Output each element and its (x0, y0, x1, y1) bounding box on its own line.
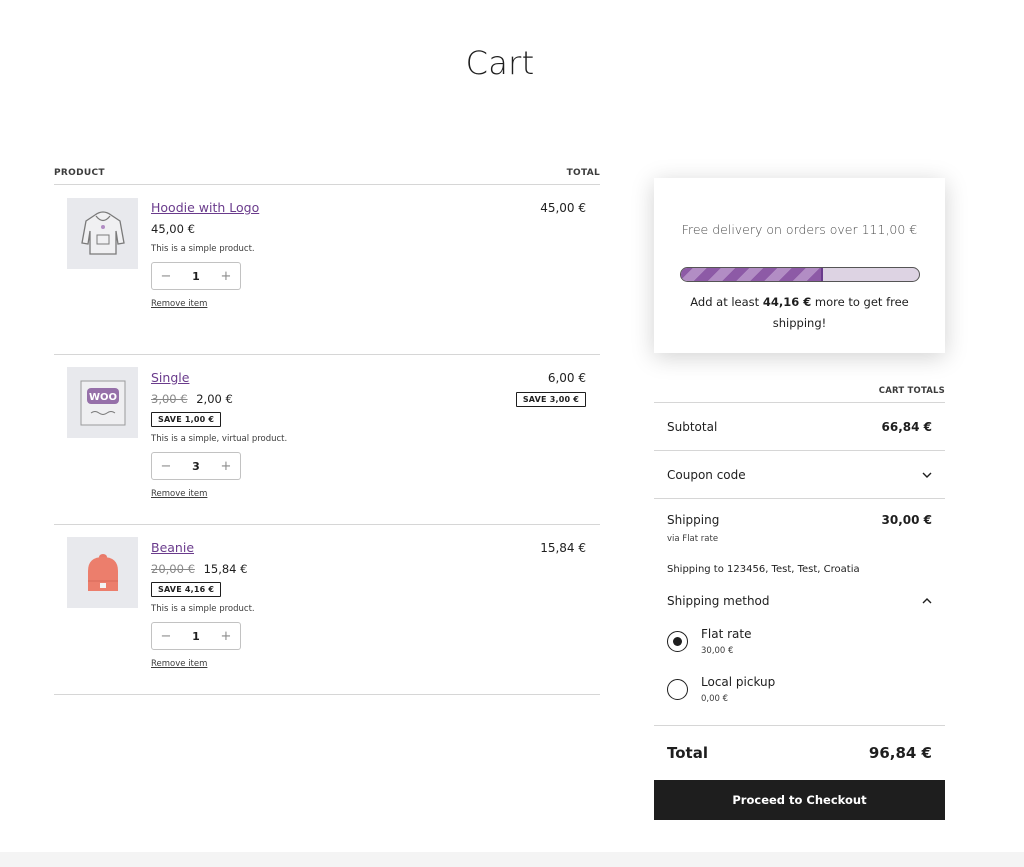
item-description: This is a simple, virtual product. (151, 434, 288, 444)
total-value: 96,84 € (868, 744, 932, 762)
increase-quantity-button[interactable]: + (220, 459, 232, 474)
cart-totals: CART TOTALS Subtotal 66,84 € Coupon code… (654, 386, 945, 820)
remove-item-link[interactable]: Remove item (151, 299, 259, 309)
option-label: Flat rate (701, 627, 752, 641)
proceed-to-checkout-button[interactable]: Proceed to Checkout (654, 780, 945, 820)
item-old-price: 3,00 € (151, 392, 188, 406)
item-price-line: 45,00 € (151, 221, 259, 237)
free-shipping-promo: Free delivery on orders over 111,00 € Ad… (654, 178, 945, 353)
subtotal-value: 66,84 € (881, 419, 932, 434)
item-price-line: 3,00 € 2,00 € (151, 391, 287, 407)
progress-bar-fill (680, 268, 824, 281)
total-row: Total 96,84 € (654, 726, 945, 780)
promo-message-amount: 44,16 € (762, 295, 812, 309)
coupon-code-label: Coupon code (667, 467, 746, 482)
promo-message-prefix: Add at least (690, 295, 763, 309)
item-price: 45,00 € (151, 222, 195, 236)
cart-item-beanie: Beanie 20,00 € 15,84 € SAVE 4,16 € This … (54, 525, 600, 695)
page-bottom-edge (0, 852, 1024, 867)
option-price: 0,00 € (701, 694, 729, 704)
line-total-value: 6,00 € (547, 371, 586, 385)
line-save-badge: SAVE 3,00 € (515, 392, 586, 407)
line-total: 15,84 € (540, 541, 586, 555)
cart-item-single: WOO Single 3,00 € 2,00 € SAVE 1,00 € Thi… (54, 355, 600, 525)
page-title: Cart (465, 44, 535, 82)
increase-quantity-button[interactable]: + (220, 629, 232, 644)
shipping-via: via Flat rate (667, 534, 719, 544)
shipping-address: Shipping to 123456, Test, Test, Croatia (667, 564, 860, 575)
shipping-method-label: Shipping method (667, 594, 770, 608)
shipping-option-flat-rate[interactable]: Flat rate 30,00 € (667, 626, 932, 656)
quantity-stepper: − 1 + (151, 622, 241, 650)
single-image[interactable]: WOO (67, 367, 138, 438)
shipping-option-local-pickup[interactable]: Local pickup 0,00 € (667, 674, 932, 704)
total-label: Total (667, 744, 708, 762)
item-price: 2,00 € (196, 392, 233, 406)
increase-quantity-button[interactable]: + (220, 269, 232, 284)
item-old-price: 20,00 € (151, 562, 195, 576)
option-text: Local pickup 0,00 € (701, 674, 775, 704)
decrease-quantity-button[interactable]: − (160, 459, 172, 474)
line-total: 45,00 € (540, 201, 586, 215)
remove-item-link[interactable]: Remove item (151, 489, 287, 499)
decrease-quantity-button[interactable]: − (160, 629, 172, 644)
shipping-label: Shipping (667, 513, 720, 527)
subtotal-label: Subtotal (667, 419, 718, 434)
flat-rate-radio[interactable] (667, 631, 688, 652)
line-total-value: 15,84 € (540, 541, 586, 555)
option-text: Flat rate 30,00 € (701, 626, 751, 656)
shipping-value: 30,00 € (881, 513, 932, 527)
decrease-quantity-button[interactable]: − (160, 269, 172, 284)
chevron-up-icon (922, 594, 932, 608)
product-name-link[interactable]: Hoodie with Logo (151, 199, 259, 217)
cart-table-header: PRODUCT TOTAL (54, 168, 600, 185)
save-badge: SAVE 1,00 € (151, 412, 222, 427)
line-total: 6,00 € SAVE 3,00 € (515, 371, 586, 407)
shipping-method-toggle[interactable]: Shipping method (667, 594, 932, 608)
quantity-stepper: − 3 + (151, 452, 241, 480)
product-name-link[interactable]: Single (151, 369, 287, 387)
product-column-header: PRODUCT (54, 168, 105, 178)
option-price: 30,00 € (701, 646, 734, 656)
item-info: Hoodie with Logo 45,00 € This is a simpl… (151, 199, 259, 309)
chevron-down-icon (922, 468, 932, 481)
local-pickup-radio[interactable] (667, 679, 688, 700)
item-description: This is a simple product. (151, 244, 255, 254)
total-column-header: TOTAL (566, 168, 600, 178)
beanie-icon (87, 553, 118, 591)
shipping-section: Shipping 30,00 € via Flat rate Shipping … (654, 499, 945, 726)
coupon-code-toggle[interactable]: Coupon code (654, 451, 945, 499)
remove-item-link[interactable]: Remove item (151, 659, 255, 669)
subtotal-row: Subtotal 66,84 € (654, 403, 945, 451)
shipping-row: Shipping 30,00 € (667, 513, 932, 527)
woo-album-icon: WOO (80, 380, 125, 425)
item-price: 15,84 € (203, 562, 248, 576)
woo-logo-text: WOO (88, 392, 116, 403)
quantity-value[interactable]: 3 (192, 460, 200, 473)
product-name-link[interactable]: Beanie (151, 539, 255, 557)
hoodie-image[interactable] (67, 198, 138, 269)
save-badge: SAVE 4,16 € (151, 582, 222, 597)
cart-totals-header: CART TOTALS (654, 386, 945, 403)
hoodie-icon (80, 210, 125, 255)
cart-item-hoodie: Hoodie with Logo 45,00 € This is a simpl… (54, 185, 600, 355)
item-info: Beanie 20,00 € 15,84 € SAVE 4,16 € This … (151, 539, 255, 669)
item-price-line: 20,00 € 15,84 € (151, 561, 255, 577)
promo-message: Add at least 44,16 € more to get free sh… (690, 292, 910, 334)
quantity-value[interactable]: 1 (192, 270, 200, 283)
cart-table: PRODUCT TOTAL Hoodie with Logo 45,00 € T… (54, 168, 600, 695)
quantity-value[interactable]: 1 (192, 630, 200, 643)
promo-title: Free delivery on orders over 111,00 € (681, 222, 918, 237)
beanie-image[interactable] (67, 537, 138, 608)
item-description: This is a simple product. (151, 604, 255, 614)
free-shipping-progress-bar (679, 267, 920, 282)
quantity-stepper: − 1 + (151, 262, 241, 290)
item-info: Single 3,00 € 2,00 € SAVE 1,00 € This is… (151, 369, 287, 499)
line-total-value: 45,00 € (540, 201, 586, 215)
option-label: Local pickup (701, 675, 776, 689)
